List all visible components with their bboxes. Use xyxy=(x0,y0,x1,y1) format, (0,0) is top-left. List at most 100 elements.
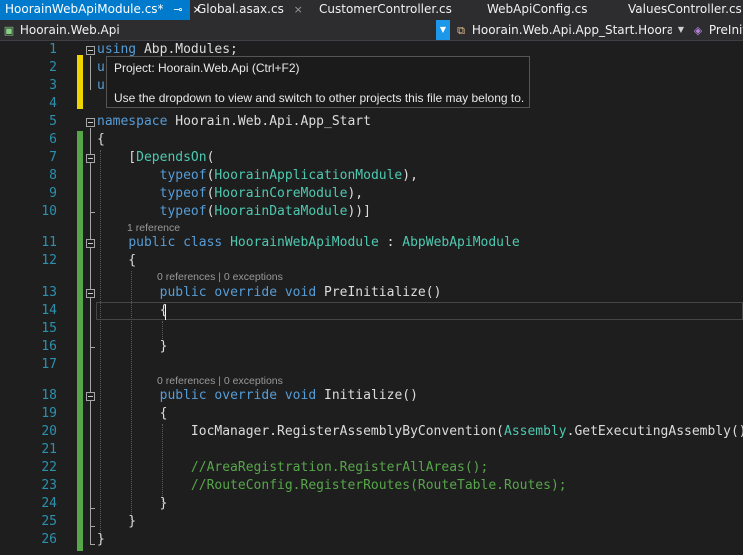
keyword: public override void xyxy=(159,285,317,300)
line-number: 26 xyxy=(41,532,57,547)
tab-label: WebApiConfig.cs xyxy=(487,2,588,16)
pin-icon[interactable]: ⊸ xyxy=(173,0,182,19)
tab-global-asax[interactable]: Global.asax.cs × xyxy=(197,0,303,20)
type-name: HoorainApplicationModule xyxy=(214,168,403,183)
code-text: : xyxy=(378,235,403,250)
document-tab-strip: HoorainWebApiModule.cs* ⊸ × Global.asax.… xyxy=(0,0,743,20)
outline-line xyxy=(90,128,91,544)
indent-guide xyxy=(162,321,163,339)
code-line-23: //RouteConfig.RegisterRoutes(RouteTable.… xyxy=(97,477,567,495)
type-dropdown-chevron-icon[interactable]: ▼ xyxy=(674,20,688,40)
code-line-7: [DependsOn( xyxy=(97,149,214,167)
line-number: 7 xyxy=(49,150,57,165)
project-tooltip: Project: Hoorain.Web.Api (Ctrl+F2) Use t… xyxy=(106,56,530,108)
keyword: namespace xyxy=(97,114,168,129)
close-icon[interactable]: × xyxy=(294,0,303,19)
code-line-10: typeof(HoorainDataModule))] xyxy=(97,203,371,221)
code-text: Abp.Modules; xyxy=(136,42,238,57)
line-number: 25 xyxy=(41,514,57,529)
code-text: } xyxy=(97,532,105,547)
code-text: } xyxy=(97,514,137,529)
line-number: 2 xyxy=(49,60,57,75)
code-text: Initialize() xyxy=(316,388,418,403)
member-dropdown[interactable]: ◈ PreInit xyxy=(691,20,743,40)
type-name: Assembly xyxy=(504,424,567,439)
code-text: ( xyxy=(206,150,215,165)
type-dropdown-label: Hoorain.Web.Api.App_Start.HoorainW xyxy=(471,23,672,37)
keyword: typeof xyxy=(159,204,207,219)
code-text: Hoorain.Web.Api.App_Start xyxy=(167,114,371,129)
outline-line xyxy=(90,56,91,90)
codelens-references[interactable]: 0 references | 0 exceptions xyxy=(157,271,283,283)
type-name: HoorainCoreModule xyxy=(214,186,348,201)
outline-end xyxy=(90,544,95,545)
line-number: 3 xyxy=(49,78,57,93)
tooltip-title: Project: Hoorain.Web.Api (Ctrl+F2) xyxy=(114,61,300,75)
type-name: AbpWebApiModule xyxy=(402,235,520,250)
code-line-11: public class HoorainWebApiModule : AbpWe… xyxy=(97,234,520,252)
member-dropdown-label: PreInit xyxy=(708,23,743,37)
code-line-5: namespace Hoorain.Web.Api.App_Start xyxy=(97,113,371,131)
method-icon: ◈ xyxy=(693,24,703,37)
code-editor[interactable]: 1 2 3 4 5 6 7 8 9 10 11 12 13 14 15 16 1… xyxy=(0,41,743,555)
tab-valuescontroller[interactable]: ValuesController.cs xyxy=(628,0,742,20)
collapse-icon[interactable] xyxy=(86,154,95,163)
code-text: ), xyxy=(347,186,364,201)
tab-label: CustomerController.cs xyxy=(319,2,452,16)
line-number: 21 xyxy=(41,442,57,457)
outline-end xyxy=(90,508,95,509)
code-text: .GetExecutingAssembly()); xyxy=(566,424,743,439)
collapse-icon[interactable] xyxy=(86,46,95,55)
code-text: ), xyxy=(402,168,418,183)
current-line-highlight xyxy=(96,302,743,320)
comment: //AreaRegistration.RegisterAllAreas(); xyxy=(190,460,489,475)
project-dropdown-chevron-icon[interactable]: ▼ xyxy=(436,20,450,40)
line-number: 17 xyxy=(41,357,57,372)
csharp-project-icon: ▣ xyxy=(3,24,15,37)
collapse-icon[interactable] xyxy=(86,239,95,248)
line-number: 24 xyxy=(41,496,57,511)
line-number: 13 xyxy=(41,285,57,300)
code-line-6: { xyxy=(97,131,105,149)
code-line-16: } xyxy=(97,338,168,356)
tab-label: Global.asax.cs xyxy=(197,2,284,16)
codelens-references[interactable]: 1 reference xyxy=(127,222,180,234)
code-line-8: typeof(HoorainApplicationModule), xyxy=(97,167,418,185)
collapse-icon[interactable] xyxy=(86,392,95,401)
line-number: 15 xyxy=(41,321,57,336)
line-number: 5 xyxy=(49,114,57,129)
codelens-references[interactable]: 0 references | 0 exceptions xyxy=(157,375,283,387)
code-text: IocManager.RegisterAssemblyByConvention( xyxy=(97,424,504,439)
code-text: PreInitialize() xyxy=(316,285,442,300)
project-dropdown[interactable]: ▣ Hoorain.Web.Api xyxy=(2,20,436,40)
code-line-14: { xyxy=(97,302,168,320)
line-number: 4 xyxy=(49,96,57,111)
tooltip-body: Use the dropdown to view and switch to o… xyxy=(114,91,525,105)
code-line-22: //AreaRegistration.RegisterAllAreas(); xyxy=(97,459,488,477)
code-text: { xyxy=(97,406,168,421)
code-text: } xyxy=(97,496,168,511)
code-text: } xyxy=(97,339,168,354)
line-number: 1 xyxy=(49,42,57,57)
code-line-9: typeof(HoorainCoreModule), xyxy=(97,185,364,203)
keyword: u xyxy=(97,78,105,93)
line-number: 12 xyxy=(41,253,57,268)
code-text: { xyxy=(97,303,168,318)
tab-customercontroller[interactable]: CustomerController.cs xyxy=(319,0,452,20)
tab-webapiconfig[interactable]: WebApiConfig.cs xyxy=(487,0,588,20)
tab-hoorainwebapimodule[interactable]: HoorainWebApiModule.cs* ⊸ × xyxy=(0,0,202,20)
code-line-20: IocManager.RegisterAssemblyByConvention(… xyxy=(97,423,743,441)
code-line-3: u xyxy=(97,77,105,95)
navigation-bar: ▣ Hoorain.Web.Api ▼ ⧉ Hoorain.Web.Api.Ap… xyxy=(0,20,743,41)
code-line-2: u xyxy=(97,59,105,77)
collapse-icon[interactable] xyxy=(86,118,95,127)
code-line-25: } xyxy=(97,513,136,531)
type-dropdown[interactable]: ⧉ Hoorain.Web.Api.App_Start.HoorainW xyxy=(454,20,672,40)
keyword: u xyxy=(97,60,105,75)
collapse-icon[interactable] xyxy=(86,289,95,298)
keyword: public override void xyxy=(159,388,317,403)
